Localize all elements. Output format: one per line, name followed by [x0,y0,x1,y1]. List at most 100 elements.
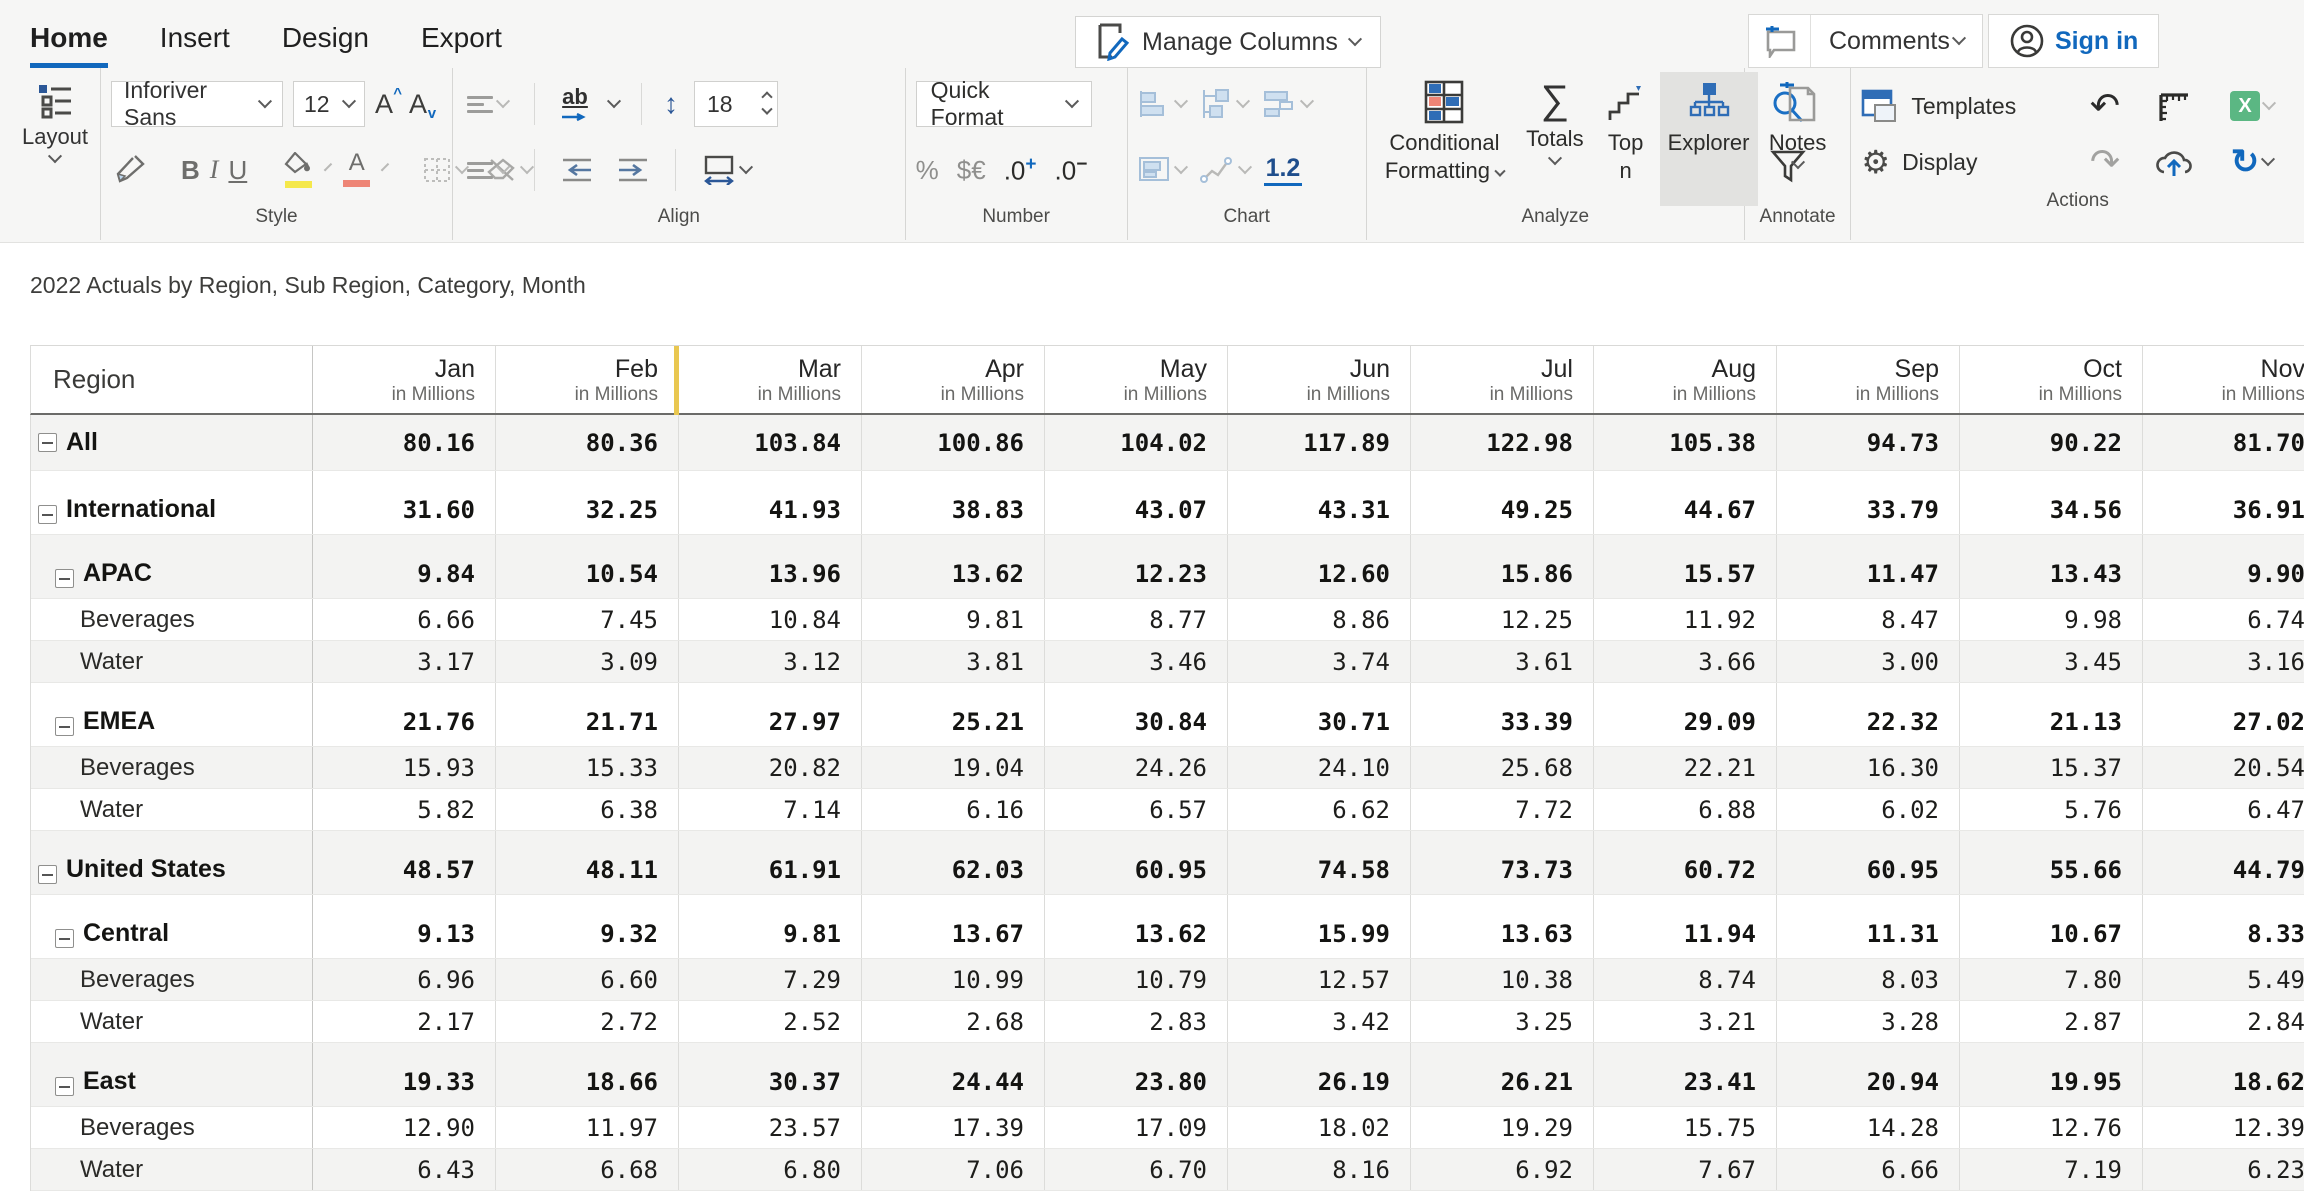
value-cell[interactable]: 13.62 [862,535,1045,598]
value-cell[interactable]: 7.80 [1960,959,2143,1000]
value-cell[interactable]: 15.99 [1228,895,1411,958]
value-cell[interactable]: 60.95 [1777,831,1960,894]
value-cell[interactable]: 7.67 [1594,1149,1777,1190]
value-cell[interactable]: 30.37 [679,1043,862,1106]
value-cell[interactable]: 29.09 [1594,683,1777,746]
collapse-icon[interactable] [55,929,74,948]
value-cell[interactable]: 2.87 [1960,1001,2143,1042]
value-cell[interactable]: 81.70 [2143,415,2304,470]
value-cell[interactable]: 117.89 [1228,415,1411,470]
value-cell[interactable]: 13.96 [679,535,862,598]
explorer-button[interactable]: Explorer [1660,72,1758,206]
underline-button[interactable]: U [228,155,247,186]
value-cell[interactable]: 21.76 [313,683,496,746]
currency-format-button[interactable]: $€ [957,155,986,186]
value-cell[interactable]: 22.32 [1777,683,1960,746]
value-cell[interactable]: 2.83 [1045,1001,1228,1042]
value-cell[interactable]: 7.45 [496,599,679,640]
row-label-cell[interactable]: Beverages [31,1107,313,1148]
value-cell[interactable]: 49.25 [1411,471,1594,534]
value-cell[interactable]: 2.72 [496,1001,679,1042]
month-column-header[interactable]: Mayin Millions [1045,346,1228,413]
value-cell[interactable]: 20.94 [1777,1043,1960,1106]
font-color-button[interactable]: A [339,151,374,189]
row-label-cell[interactable]: East [31,1043,313,1106]
value-cell[interactable]: 32.25 [496,471,679,534]
value-cell[interactable]: 6.66 [1777,1149,1960,1190]
grow-font-button[interactable]: A^ [375,89,399,120]
refresh-button[interactable]: ↻ [2231,142,2274,182]
value-cell[interactable]: 3.46 [1045,641,1228,682]
display-button[interactable]: ⚙ Display [1861,146,2072,178]
redo-button[interactable]: ↷ [2072,144,2138,180]
value-cell[interactable]: 10.84 [679,599,862,640]
value-cell[interactable]: 48.57 [313,831,496,894]
fill-color-chevron[interactable] [324,163,332,171]
value-cell[interactable]: 3.45 [1960,641,2143,682]
value-cell[interactable]: 11.31 [1777,895,1960,958]
increase-decimal-button[interactable]: .0+ [1004,154,1037,187]
top-n-button[interactable]: Top n [1598,72,1654,206]
row-label-cell[interactable]: Water [31,641,313,682]
resize-button[interactable] [2156,89,2192,123]
value-cell[interactable]: 44.79 [2143,831,2304,894]
value-cell[interactable]: 19.29 [1411,1107,1594,1148]
value-cell[interactable]: 23.41 [1594,1043,1777,1106]
value-cell[interactable]: 3.66 [1594,641,1777,682]
value-cell[interactable]: 43.31 [1228,471,1411,534]
export-excel-button[interactable]: X [2230,91,2274,121]
value-cell[interactable]: 44.67 [1594,471,1777,534]
value-cell[interactable]: 12.60 [1228,535,1411,598]
value-cell[interactable]: 6.92 [1411,1149,1594,1190]
value-cell[interactable]: 18.62 [2143,1043,2304,1106]
value-cell[interactable]: 3.00 [1777,641,1960,682]
value-cell[interactable]: 3.16 [2143,641,2304,682]
conditional-formatting-button[interactable]: ConditionalFormatting [1377,72,1512,206]
column-width-button[interactable] [698,153,755,187]
value-cell[interactable]: 15.33 [496,747,679,788]
value-cell[interactable]: 74.58 [1228,831,1411,894]
value-cell[interactable]: 62.03 [862,831,1045,894]
row-label-cell[interactable]: Water [31,1001,313,1042]
value-cell[interactable]: 16.30 [1777,747,1960,788]
row-height-input[interactable]: 18 [694,81,778,127]
format-painter-button[interactable] [111,152,149,188]
month-column-header[interactable]: Marin Millions [679,346,862,413]
month-column-header[interactable]: Augin Millions [1594,346,1777,413]
month-column-header[interactable]: Novin Millions [2143,346,2304,413]
value-cell[interactable]: 105.38 [1594,415,1777,470]
value-cell[interactable]: 23.57 [679,1107,862,1148]
value-cell[interactable]: 80.36 [496,415,679,470]
month-column-header[interactable]: Janin Millions [313,346,496,413]
outdent-button[interactable] [557,155,597,185]
value-cell[interactable]: 13.63 [1411,895,1594,958]
value-cell[interactable]: 19.04 [862,747,1045,788]
value-cell[interactable]: 3.61 [1411,641,1594,682]
value-cell[interactable]: 10.79 [1045,959,1228,1000]
row-label-cell[interactable]: All [31,415,313,470]
quick-format-select[interactable]: Quick Format [916,81,1092,127]
value-cell[interactable]: 41.93 [679,471,862,534]
value-cell[interactable]: 6.96 [313,959,496,1000]
value-cell[interactable]: 15.57 [1594,535,1777,598]
sparkline-button[interactable] [1200,155,1250,185]
value-cell[interactable]: 14.28 [1777,1107,1960,1148]
value-cell[interactable]: 36.91 [2143,471,2304,534]
row-label-cell[interactable]: EMEA [31,683,313,746]
value-cell[interactable]: 13.62 [1045,895,1228,958]
value-cell[interactable]: 3.25 [1411,1001,1594,1042]
value-cell[interactable]: 103.84 [679,415,862,470]
value-cell[interactable]: 2.68 [862,1001,1045,1042]
value-cell[interactable]: 24.44 [862,1043,1045,1106]
value-cell[interactable]: 27.97 [679,683,862,746]
value-cell[interactable]: 33.79 [1777,471,1960,534]
percent-format-button[interactable]: % [916,155,939,186]
value-cell[interactable]: 8.86 [1228,599,1411,640]
row-height-stepper[interactable] [763,93,771,116]
value-cell[interactable]: 8.33 [2143,895,2304,958]
value-cell[interactable]: 6.68 [496,1149,679,1190]
sign-in-button[interactable]: Sign in [1988,14,2159,68]
value-cell[interactable]: 6.16 [862,789,1045,830]
row-label-cell[interactable]: Water [31,789,313,830]
value-cell[interactable]: 55.66 [1960,831,2143,894]
